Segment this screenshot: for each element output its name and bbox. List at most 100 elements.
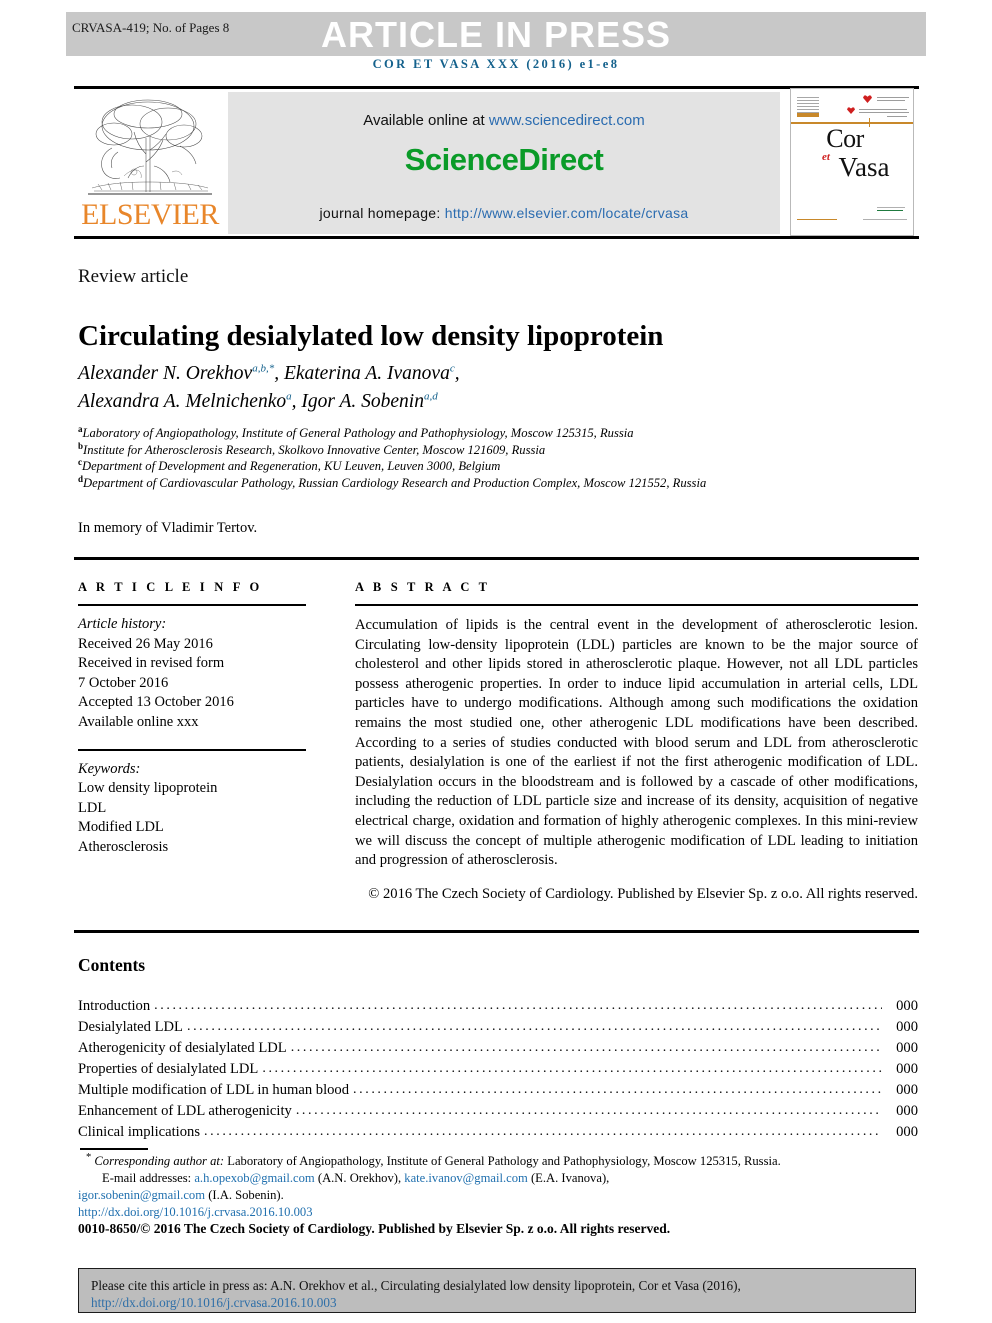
- dedication-note: In memory of Vladimir Tertov.: [78, 520, 258, 536]
- toc-entry[interactable]: Introduction ...........................…: [78, 996, 918, 1017]
- toc-entry[interactable]: Desialylated LDL .......................…: [78, 1017, 918, 1038]
- abstract-copyright: © 2016 The Czech Society of Cardiology. …: [368, 886, 918, 903]
- affiliation-text: Department of Cardiovascular Pathology, …: [83, 475, 707, 490]
- email-owner-ivanova: (E.A. Ivanova),: [530, 1171, 610, 1185]
- section-rule-bottom: [74, 930, 919, 933]
- journal-homepage-label: journal homepage:: [319, 205, 441, 221]
- article-info-divider: [78, 749, 306, 751]
- toc-entry[interactable]: Multiple modification of LDL in human bl…: [78, 1080, 918, 1101]
- toc-label: Enhancement of LDL atherogenicity: [78, 1103, 292, 1119]
- toc-page-number: 000: [896, 1103, 918, 1119]
- author-line1-trailing: ,: [454, 363, 460, 384]
- doi-link[interactable]: http://dx.doi.org/10.1016/j.crvasa.2016.…: [78, 1205, 313, 1219]
- article-info-underline: [78, 604, 306, 606]
- available-online-line: Available online at www.sciencedirect.co…: [228, 112, 780, 129]
- toc-dot-leader: ........................................…: [290, 1040, 882, 1055]
- cover-text-line: [887, 116, 907, 117]
- email-addresses-label: E-mail addresses:: [102, 1171, 192, 1185]
- toc-page-number: 000: [896, 1082, 918, 1098]
- citation-doi-link-part1[interactable]: http://dx.doi.org/: [91, 1295, 180, 1310]
- cover-footer-line: [797, 219, 837, 220]
- article-history-block: Article history: Received 26 May 2016 Re…: [78, 615, 308, 732]
- author-orekhov-affil-marker: a,b,*: [252, 362, 275, 375]
- sciencedirect-banner: Available online at www.sciencedirect.co…: [228, 92, 780, 234]
- history-item: Received in revised form: [78, 655, 225, 671]
- toc-page-number: 000: [896, 1061, 918, 1077]
- sciencedirect-logo: ScienceDirect: [404, 142, 604, 177]
- affiliation-text: Department of Development and Regenerati…: [82, 459, 501, 474]
- toc-dot-leader: ........................................…: [262, 1061, 882, 1076]
- affiliation-item: bInstitute for Atherosclerosis Research,…: [78, 441, 908, 459]
- toc-dot-leader: ........................................…: [295, 1103, 882, 1118]
- elsevier-logo: ELSEVIER: [80, 92, 220, 234]
- keyword-item: Modified LDL: [78, 819, 164, 835]
- abstract-column: A B S T R A C T Accumulation of lipids i…: [355, 580, 918, 905]
- toc-page-number: 000: [896, 1019, 918, 1035]
- toc-dot-leader: ........................................…: [154, 998, 882, 1013]
- journal-citation-line: COR ET VASA XXX (2016) e1-e8: [372, 57, 620, 71]
- email-link-orekhov[interactable]: a.h.opexob@gmail.com: [194, 1171, 314, 1185]
- keyword-item: Atherosclerosis: [78, 838, 169, 855]
- cover-journal-title: Cor et Vasa: [791, 124, 913, 181]
- article-first-page: ARTICLE IN PRESS CRVASA-419; No. of Page…: [0, 0, 992, 1323]
- author-line-2: Alexandra A. Melnichenkoa, Igor A. Soben…: [78, 388, 918, 416]
- cover-heart-icon-1: [863, 95, 872, 103]
- keyword-item: Low density lipoprotein: [78, 780, 218, 796]
- toc-entry[interactable]: Enhancement of LDL atherogenicity ......…: [78, 1101, 918, 1122]
- affiliation-text: Institute for Atherosclerosis Research, …: [83, 442, 546, 457]
- abstract-text: Accumulation of lipids is the central ev…: [355, 617, 918, 869]
- toc-page-number: 000: [896, 1124, 918, 1140]
- email-owner-orekhov: (A.N. Orekhov),: [317, 1171, 402, 1185]
- available-online-label: Available online at: [363, 112, 485, 129]
- sciencedirect-link[interactable]: www.sciencedirect.com: [489, 112, 645, 129]
- email-link-sobenin[interactable]: igor.sobenin@gmail.com: [78, 1188, 205, 1202]
- journal-homepage-link[interactable]: http://www.elsevier.com/locate/crvasa: [445, 205, 689, 221]
- author-list: Alexander N. Orekhova,b,*, Ekaterina A. …: [78, 360, 918, 416]
- cover-tick-mark: [869, 118, 870, 127]
- article-info-heading: A R T I C L E I N F O: [78, 580, 263, 594]
- cover-heart-icon-2: [847, 107, 855, 114]
- masthead-rule-bottom: [74, 236, 919, 239]
- elsevier-wordmark: ELSEVIER: [81, 198, 219, 231]
- toc-label: Multiple modification of LDL in human bl…: [78, 1082, 350, 1098]
- cover-footer-line: [877, 210, 903, 211]
- cover-footer-line: [863, 219, 907, 220]
- manuscript-id: CRVASA-419; No. of Pages 8: [72, 20, 230, 35]
- cover-text-line: [859, 109, 907, 110]
- abstract-heading: A B S T R A C T: [355, 580, 491, 594]
- toc-label: Introduction: [78, 998, 151, 1014]
- footnote-block: * Corresponding author at: Laboratory of…: [78, 1152, 928, 1221]
- doi-line: http://dx.doi.org/10.1016/j.crvasa.2016.…: [78, 1204, 928, 1221]
- email-addresses-line-2: igor.sobenin@gmail.com (I.A. Sobenin).: [78, 1187, 928, 1204]
- cover-text-line: [859, 112, 909, 113]
- history-item: Received 26 May 2016: [78, 635, 213, 652]
- toc-entry[interactable]: Properties of desialylated LDL .........…: [78, 1059, 918, 1080]
- citation-notice-text: Please cite this article in press as: A.…: [91, 1278, 741, 1293]
- journal-homepage-line: journal homepage: http://www.elsevier.co…: [228, 205, 780, 221]
- corresponding-author-address: Laboratory of Angiopathology, Institute …: [227, 1154, 781, 1168]
- cover-title-et: et: [822, 151, 830, 163]
- article-type-label: Review article: [78, 266, 189, 287]
- history-item: 7 October 2016: [78, 674, 169, 691]
- toc-entry[interactable]: Clinical implications ..................…: [78, 1122, 918, 1143]
- journal-cover-thumbnail: Cor et Vasa: [790, 88, 914, 236]
- cover-text-line: [877, 97, 909, 98]
- corresponding-author-note: * Corresponding author at: Laboratory of…: [78, 1152, 928, 1170]
- toc-page-number: 000: [896, 998, 918, 1014]
- abstract-underline: [355, 604, 918, 606]
- affiliation-list: aLaboratory of Angiopathology, Institute…: [78, 424, 908, 491]
- cover-masthead-bar: [797, 113, 819, 117]
- keywords-block: Keywords: Low density lipoprotein LDL Mo…: [78, 760, 308, 858]
- cover-footer-line: [877, 207, 905, 208]
- citation-doi-link-part2[interactable]: 10.1016/j.crvasa.2016.10.003: [180, 1295, 336, 1310]
- author-orekhov: Alexander N. Orekhov: [78, 363, 253, 384]
- email-link-ivanova[interactable]: kate.ivanov@gmail.com: [404, 1171, 528, 1185]
- cover-title-cor: Cor: [826, 124, 864, 153]
- keywords-label: Keywords:: [78, 760, 141, 777]
- author-sobenin-prefix: , Igor A. Sobenin: [291, 391, 424, 412]
- toc-entry[interactable]: Atherogenicity of desialylated LDL .....…: [78, 1038, 918, 1059]
- corresponding-author-label: Corresponding author at:: [94, 1154, 225, 1168]
- toc-label: Atherogenicity of desialylated LDL: [78, 1040, 287, 1056]
- toc-label: Desialylated LDL: [78, 1019, 183, 1035]
- email-addresses-line-1: E-mail addresses: a.h.opexob@gmail.com (…: [78, 1170, 928, 1187]
